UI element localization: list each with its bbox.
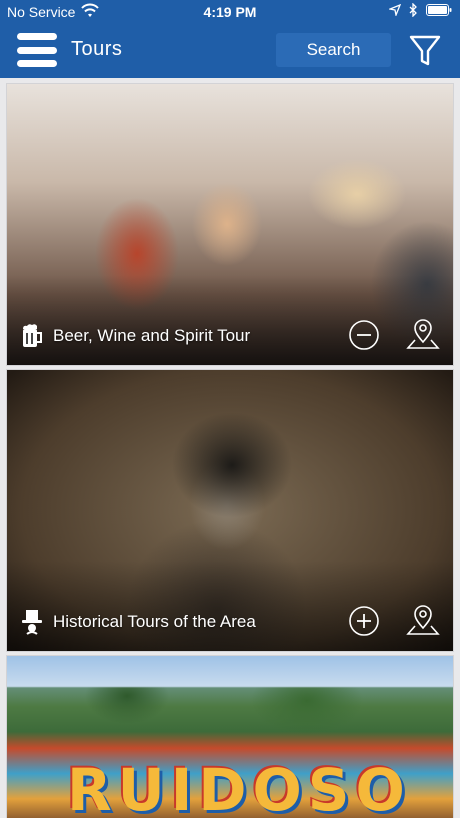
map-pin-icon[interactable] [406,316,440,352]
app-header: No Service 4:19 PM Tours Search [0,0,460,78]
bluetooth-icon [409,3,417,17]
beer-mug-icon [23,324,42,347]
tour-card-historical[interactable]: Historical Tours of the Area [6,369,454,652]
tour-list: Beer, Wine and Spirit Tour Historical To… [0,78,460,818]
filter-icon[interactable] [409,33,441,67]
mural-lettering: RUIDOSO [67,756,411,818]
status-right-icons [389,3,452,17]
tour-card-beer-wine-spirit[interactable]: Beer, Wine and Spirit Tour [6,83,454,366]
search-button[interactable]: Search [276,33,391,67]
status-bar: No Service 4:19 PM [0,0,460,24]
tour-card-ruidoso-mural[interactable]: RUIDOSO [6,655,454,818]
page-title: Tours [71,38,123,60]
remove-circle-icon[interactable] [348,319,380,351]
nav-bar: Tours Search [0,24,460,78]
location-arrow-icon [389,4,401,16]
add-circle-icon[interactable] [348,605,380,637]
battery-icon [426,4,452,16]
map-pin-icon[interactable] [406,602,440,638]
hamburger-menu-icon[interactable] [17,33,57,67]
top-hat-icon [22,610,42,635]
tour-title: Beer, Wine and Spirit Tour [53,326,251,345]
tour-title: Historical Tours of the Area [53,612,256,631]
